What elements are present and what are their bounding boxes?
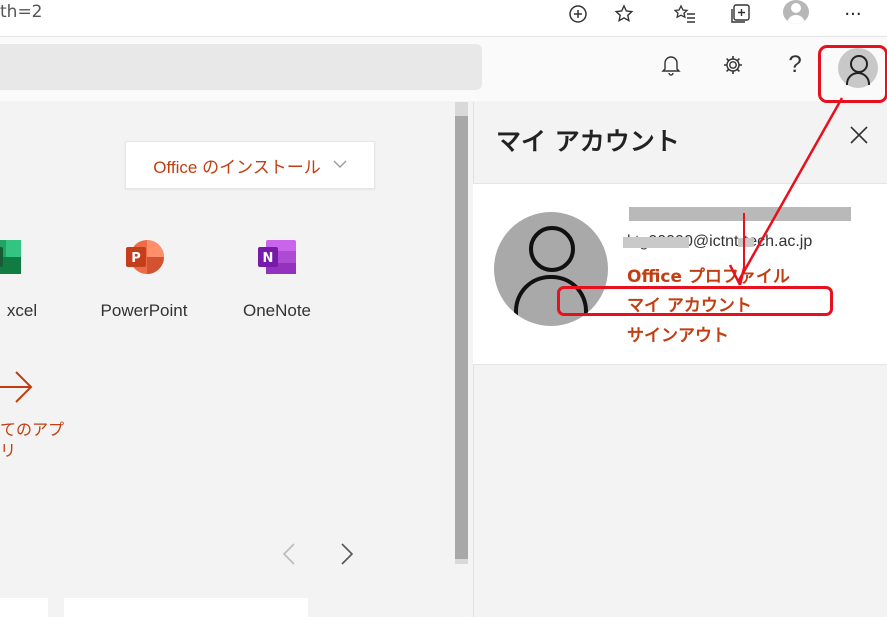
annotation-arrow [728,97,844,286]
